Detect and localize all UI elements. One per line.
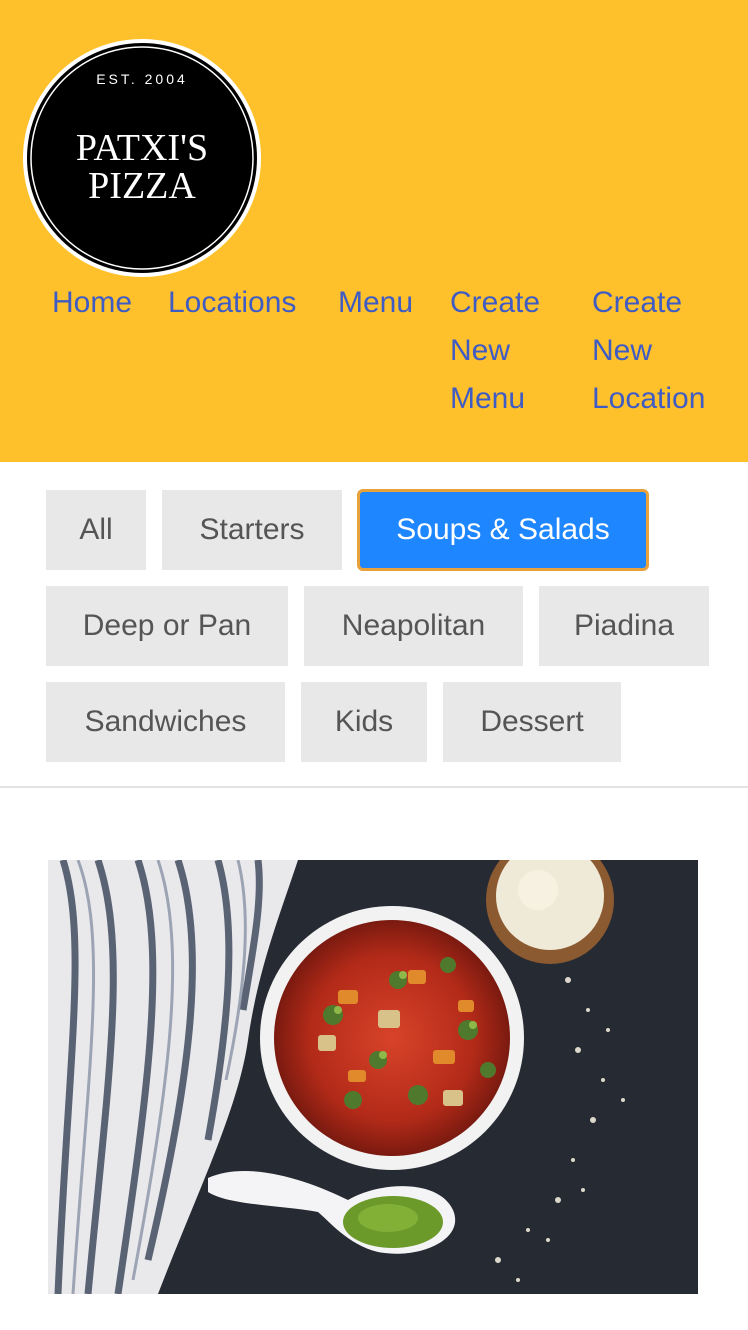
logo-icon: EST. 2004 PATXI'S PIZZA [23,39,261,277]
filter-neapolitan-button[interactable]: Neapolitan [304,586,523,666]
nav-home[interactable]: Home [52,279,132,327]
logo-established: EST. 2004 [96,71,188,87]
nav-create-new-menu[interactable]: Create New Menu [450,279,570,423]
nav-create-new-location[interactable]: Create New Location [592,279,722,423]
nav-locations[interactable]: Locations [168,279,296,327]
filter-deep-pan-button[interactable]: Deep or Pan [46,586,288,666]
site-header: EST. 2004 PATXI'S PIZZA Home Locations M… [0,0,748,462]
section-divider [0,786,748,788]
menu-item-photo[interactable] [48,860,698,1294]
filter-kids-button[interactable]: Kids [301,682,427,762]
nav-menu[interactable]: Menu [338,279,413,327]
filter-piadina-button[interactable]: Piadina [539,586,709,666]
filter-sandwiches-button[interactable]: Sandwiches [46,682,285,762]
filter-soups-salads-button[interactable]: Soups & Salads [357,489,649,571]
filter-all-button[interactable]: All [46,490,146,570]
logo-name-line1: PATXI'S [76,127,208,169]
patxis-pizza-logo[interactable]: EST. 2004 PATXI'S PIZZA [22,38,262,278]
filter-dessert-button[interactable]: Dessert [443,682,621,762]
filter-starters-button[interactable]: Starters [162,490,342,570]
soup-bowl-image [48,860,698,1294]
logo-name-line2: PIZZA [88,165,196,207]
